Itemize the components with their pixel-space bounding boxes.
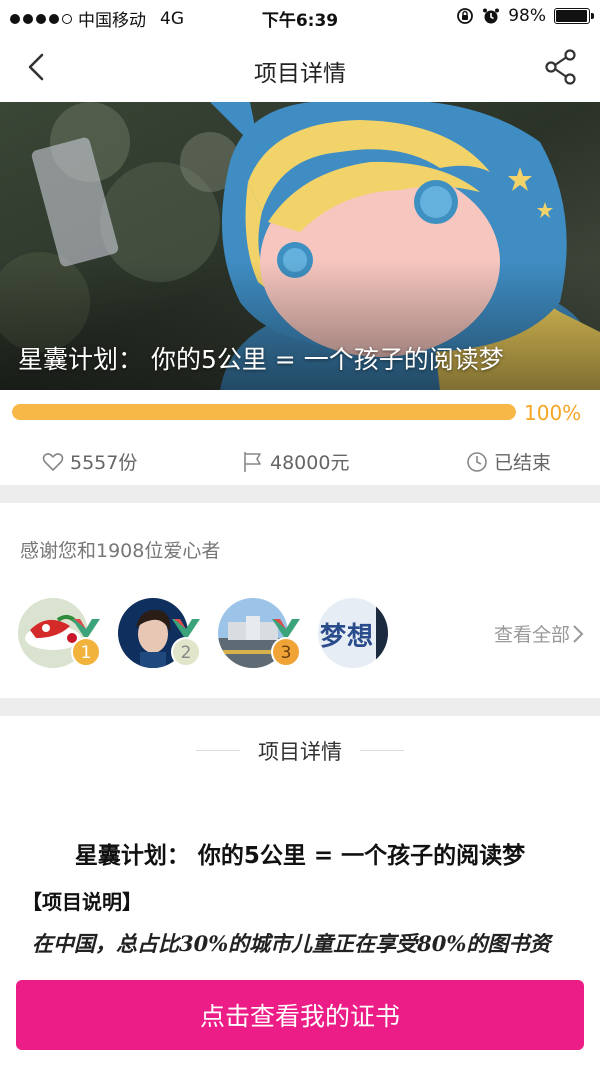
stat-status: 已结束 bbox=[466, 448, 551, 475]
section-label: 【项目说明】 bbox=[22, 890, 142, 914]
nav-bar: 项目详情 bbox=[0, 34, 600, 102]
battery-icon bbox=[554, 8, 594, 24]
divider bbox=[0, 698, 600, 716]
medal-rank-3: 3 bbox=[281, 643, 292, 663]
donor-avatar-4[interactable]: 梦想 bbox=[318, 598, 388, 668]
detail-section-header: 项目详情 bbox=[0, 736, 600, 766]
view-certificate-button[interactable]: 点击查看我的证书 bbox=[16, 980, 584, 1050]
battery-level bbox=[556, 10, 588, 22]
progress-bar bbox=[12, 404, 516, 420]
heart-icon bbox=[42, 452, 64, 471]
view-all-label: 查看全部 bbox=[493, 624, 570, 646]
battery-percent: 98% bbox=[508, 6, 546, 26]
progress-percent: 100% bbox=[524, 401, 582, 425]
stats-row: 5557份 48000元 已结束 bbox=[0, 440, 600, 484]
hero-title: 星囊计划： 你的5公里 = 一个孩子的阅读梦 bbox=[18, 345, 504, 374]
content-title: 星囊计划： 你的5公里 = 一个孩子的阅读梦 bbox=[74, 843, 526, 869]
status-right: 98% bbox=[456, 6, 594, 26]
stat-likes: 5557份 bbox=[42, 448, 137, 475]
chevron-right-icon bbox=[573, 624, 584, 643]
orientation-lock-icon bbox=[457, 8, 474, 24]
silver-medal-icon: 2 bbox=[171, 619, 201, 667]
donors-title: 感谢您和1908位爱心者 bbox=[20, 540, 221, 562]
bronze-medal-icon: 3 bbox=[271, 619, 301, 667]
bottom-bar: 点击查看我的证书 bbox=[0, 962, 600, 1067]
divider bbox=[0, 485, 600, 503]
status-bar: 中国移动 4G 下午6:39 98% bbox=[0, 0, 600, 34]
project-status: 已结束 bbox=[494, 452, 552, 474]
flag-icon bbox=[244, 451, 261, 472]
alarm-icon bbox=[483, 8, 500, 24]
clock-icon bbox=[467, 451, 487, 472]
description-paragraph: 在中国，总占比30%的城市儿童正在享受80%的图书资 bbox=[32, 931, 551, 956]
amount-raised: 48000元 bbox=[270, 452, 350, 474]
page-title: 项目详情 bbox=[254, 61, 346, 87]
stat-amount: 48000元 bbox=[242, 448, 349, 475]
header-line-right bbox=[360, 750, 404, 751]
progress-fill bbox=[12, 404, 516, 420]
hero-banner: 星囊计划： 你的5公里 = 一个孩子的阅读梦 bbox=[0, 102, 600, 390]
avatar-4-text: 梦想 bbox=[320, 622, 375, 652]
detail-section-title: 项目详情 bbox=[258, 740, 342, 764]
share-icon bbox=[545, 49, 576, 85]
view-all-donors-link[interactable]: 查看全部 bbox=[494, 620, 584, 647]
medal-rank-2: 2 bbox=[181, 643, 192, 663]
share-button[interactable] bbox=[544, 48, 578, 86]
medal-rank-1: 1 bbox=[81, 643, 92, 663]
likes-count: 5557份 bbox=[70, 452, 138, 474]
gold-medal-icon: 1 bbox=[71, 619, 101, 667]
